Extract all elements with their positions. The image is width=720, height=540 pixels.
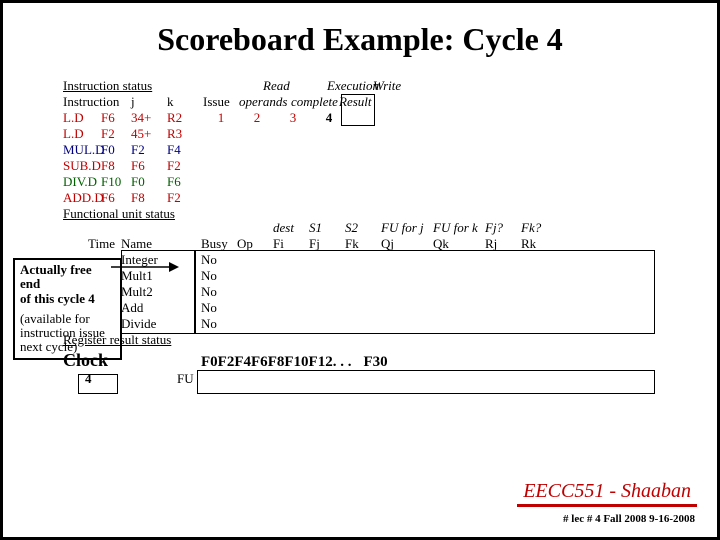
col-issue: Issue — [203, 94, 239, 110]
course-footer: EECC551 - Shaaban — [517, 480, 697, 507]
instr-row: SUB.DF8F6F2 — [63, 158, 697, 174]
box-fu-data — [195, 250, 655, 334]
reg-F8: F8 — [268, 354, 285, 370]
note-box: Actually free end of this cycle 4 (avail… — [13, 258, 122, 360]
instr-row: L.DF634+R21234 — [63, 110, 697, 126]
hdr-dest: dest — [273, 220, 309, 236]
col-read1: Read — [263, 78, 299, 94]
hdr-fjq: Fj? — [485, 220, 521, 236]
col-k: k — [167, 94, 203, 110]
note-l5: instruction issue — [20, 326, 115, 340]
hdr-fuj: FU for j — [381, 220, 433, 236]
fu-label: FU — [177, 371, 194, 387]
slide-title: Scoreboard Example: Cycle 4 — [23, 21, 697, 58]
box-write-4 — [341, 94, 375, 126]
content-area: Instruction status Read Execution Write … — [63, 78, 697, 387]
reg-F6: F6 — [251, 354, 268, 370]
note-l4: (available for — [20, 312, 115, 326]
col-write1: Write — [373, 78, 401, 94]
box-fu-names — [121, 250, 195, 334]
box-clock — [78, 374, 118, 394]
instr-status-hdr: Instruction status — [63, 78, 181, 94]
hdr-s2: S2 — [345, 220, 381, 236]
col-instr: Instruction — [63, 94, 131, 110]
reg-F4: F4 — [234, 354, 251, 370]
reg-F2: F2 — [218, 354, 235, 370]
instr-row: L.DF245+R3 — [63, 126, 697, 142]
instr-row: MUL.DF0F2F4 — [63, 142, 697, 158]
hdr-time: Time — [63, 236, 121, 252]
reg-F0: F0 — [201, 354, 218, 370]
note-l1: Actually free end — [20, 263, 115, 292]
instr-row: ADD.DF6F8F2 — [63, 190, 697, 206]
reg-. . .: . . . — [333, 354, 352, 370]
hdr-s1: S1 — [309, 220, 345, 236]
col-read2: operands — [239, 94, 299, 110]
reg-F30: F30 — [363, 354, 387, 370]
reg-F10: F10 — [284, 354, 308, 370]
box-regvals — [197, 370, 655, 394]
hdr-fuk: FU for k — [433, 220, 485, 236]
lecture-footer: # lec # 4 Fall 2008 9-16-2008 — [563, 513, 695, 525]
note-l2: of this cycle 4 — [20, 292, 115, 306]
note-l6: next cycle) — [20, 340, 115, 354]
slide: Scoreboard Example: Cycle 4 Instruction … — [0, 0, 720, 540]
reg-F12: F12 — [309, 354, 333, 370]
col-j: j — [131, 94, 167, 110]
reg-row: F0F2F4F6F8F10F12. . . F30 — [201, 354, 388, 371]
col-exec1: Execution — [327, 78, 379, 94]
hdr-fkq: Fk? — [521, 220, 557, 236]
instr-row: DIV.DF10F0F6 — [63, 174, 697, 190]
